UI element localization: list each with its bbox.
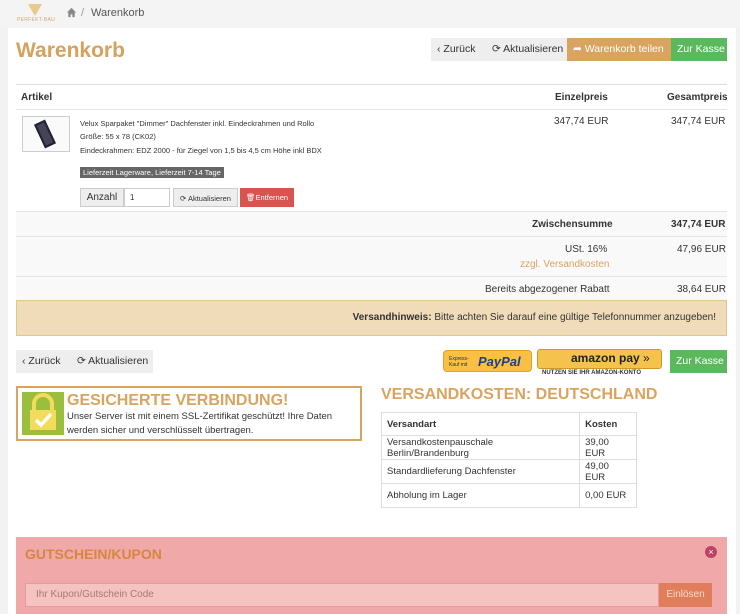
page-title: Warenkorb xyxy=(16,39,125,62)
chevron-left-icon: ‹ xyxy=(22,355,26,367)
logo-mark-icon xyxy=(28,4,42,16)
bottom-refresh-label: Aktualisieren xyxy=(88,355,149,367)
redeem-button[interactable]: Einlösen xyxy=(659,583,712,607)
amazon-pay-button[interactable]: amazon pay » xyxy=(537,349,662,369)
ssl-box: GESICHERTE VERBINDUNG! Unser Server ist … xyxy=(16,386,362,441)
ssl-title: GESICHERTE VERBINDUNG! xyxy=(67,392,289,409)
delivery-badge: Lieferzeit Lagerware, Lieferzeit 7-14 Ta… xyxy=(80,167,224,178)
vat-row: USt. 16% zzgl. Versandkosten 47,96 EUR xyxy=(16,236,727,276)
table-row: Standardlieferung Dachfenster 49,00 EUR xyxy=(380,459,637,484)
chevron-left-icon: ‹ xyxy=(437,43,441,55)
logo-text: PERFEKT-BAU xyxy=(16,17,56,23)
remove-label: Entfernen xyxy=(255,193,289,202)
breadcrumb-separator: / xyxy=(81,7,85,19)
shipping-costs-title: VERSANDKOSTEN: DEUTSCHLAND xyxy=(381,386,658,403)
subtotal-row: Zwischensumme 347,74 EUR xyxy=(16,211,727,236)
product-name[interactable]: Velux Sparpaket "Dimmer" Dachfenster ink… xyxy=(80,119,314,128)
shipping-costs-table: Versandart Kosten Versandkostenpauschale… xyxy=(380,412,637,508)
coupon-title: GUTSCHEIN/KUPON xyxy=(25,546,162,562)
share-cart-button[interactable]: ➦ Warenkorb teilen xyxy=(567,38,671,61)
subtotal-value: 347,74 EUR xyxy=(671,219,726,230)
column-header-cost: Kosten xyxy=(579,412,637,436)
coupon-code-input[interactable]: Ihr Kupon/Gutschein Code xyxy=(25,583,659,607)
shipping-method: Standardlieferung Dachfenster xyxy=(380,459,581,484)
bottom-checkout-button[interactable]: Zur Kasse xyxy=(670,350,727,373)
subtotal-label: Zwischensumme xyxy=(532,219,613,230)
product-size: Größe: 55 x 78 (CK02) xyxy=(80,132,156,141)
notice-text: Bitte achten Sie darauf eine gültige Tel… xyxy=(431,312,716,323)
chevron-right-icon: » xyxy=(643,351,650,365)
shipping-method: Versandkostenpauschale Berlin/Brandenbur… xyxy=(380,435,581,460)
ssl-text: Unser Server ist mit einem SSL-Zertifika… xyxy=(67,411,333,436)
header-article: Artikel xyxy=(21,92,53,103)
vat-value: 47,96 EUR xyxy=(677,244,726,255)
close-icon[interactable]: × xyxy=(705,546,717,558)
shipping-cost: 39,00 EUR xyxy=(579,435,637,460)
shipping-notice: Versandhinweis: Bitte achten Sie darauf … xyxy=(16,300,727,336)
logo[interactable]: PERFEKT-BAU xyxy=(14,4,58,26)
vat-label: USt. 16% xyxy=(565,244,608,255)
paypal-logo: PayPal xyxy=(478,354,521,369)
bottom-back-label: Zurück xyxy=(28,355,61,367)
amazon-pay-logo: amazon pay xyxy=(571,351,640,365)
roof-window-image xyxy=(34,119,56,149)
shipping-cost: 49,00 EUR xyxy=(579,459,637,484)
back-button[interactable]: ‹ Zurück xyxy=(431,38,486,61)
share-icon: ➦ xyxy=(573,43,582,55)
refresh-icon: ⟳ xyxy=(492,43,501,55)
refresh-button[interactable]: ⟳ Aktualisieren xyxy=(486,38,567,61)
column-header-method: Versandart xyxy=(380,412,581,436)
refresh-icon: ⟳ xyxy=(77,355,86,367)
discount-label: Bereits abgezogener Rabatt xyxy=(485,284,610,295)
discount-row: Bereits abgezogener Rabatt 38,64 EUR xyxy=(16,276,727,301)
paypal-express-button[interactable]: Express-Kauf mit PayPal xyxy=(443,350,532,372)
shipping-method: Abholung im Lager xyxy=(380,483,581,508)
item-unit-price: 347,74 EUR xyxy=(554,116,609,127)
remove-item-button[interactable]: 🗑Entfernen xyxy=(240,188,295,207)
table-row: Versandkostenpauschale Berlin/Brandenbur… xyxy=(380,435,637,460)
refresh-icon: ⟳ xyxy=(180,194,187,203)
item-refresh-label: Aktualisieren xyxy=(187,194,231,203)
item-total-price: 347,74 EUR xyxy=(671,116,726,127)
bottom-refresh-button[interactable]: ⟳ Aktualisieren xyxy=(71,350,153,373)
trash-icon: 🗑 xyxy=(246,193,256,202)
item-refresh-button[interactable]: ⟳ Aktualisieren xyxy=(173,188,238,207)
divider xyxy=(16,109,727,110)
notice-label: Versandhinweis: xyxy=(352,312,432,323)
coupon-panel: GUTSCHEIN/KUPON × Ihr Kupon/Gutschein Co… xyxy=(16,537,727,614)
table-header-row: Versandart Kosten xyxy=(380,412,637,436)
share-label: Warenkorb teilen xyxy=(584,43,664,55)
amazon-pay-subtext: NUTZEN SIE IHR AMAZON-KONTO xyxy=(542,370,641,376)
home-icon[interactable] xyxy=(66,7,77,18)
header-unit-price: Einzelpreis xyxy=(555,92,608,103)
discount-value: 38,64 EUR xyxy=(677,284,726,295)
lock-icon xyxy=(22,392,64,435)
breadcrumb-current: Warenkorb xyxy=(91,7,145,19)
header-total-price: Gesamtpreis xyxy=(667,92,728,103)
product-thumbnail[interactable] xyxy=(22,116,70,152)
top-bar: PERFEKT-BAU / Warenkorb xyxy=(0,0,740,28)
shipping-costs-link[interactable]: zzgl. Versandkosten xyxy=(520,259,610,270)
checkout-button[interactable]: Zur Kasse xyxy=(671,38,727,61)
shipping-cost: 0,00 EUR xyxy=(579,483,637,508)
cart-table: Artikel Einzelpreis Gesamtpreis Velux Sp… xyxy=(16,84,728,301)
paypal-small-text: Express-Kauf mit xyxy=(449,356,469,368)
quantity-input[interactable]: 1 xyxy=(124,188,170,207)
bottom-back-button[interactable]: ‹ Zurück xyxy=(16,350,71,373)
table-row: Abholung im Lager 0,00 EUR xyxy=(380,483,637,508)
quantity-label: Anzahl xyxy=(80,188,124,207)
refresh-label: Aktualisieren xyxy=(503,43,564,55)
product-frame: Eindeckrahmen: EDZ 2000 - für Ziegel von… xyxy=(80,146,322,155)
back-label: Zurück xyxy=(443,43,476,55)
